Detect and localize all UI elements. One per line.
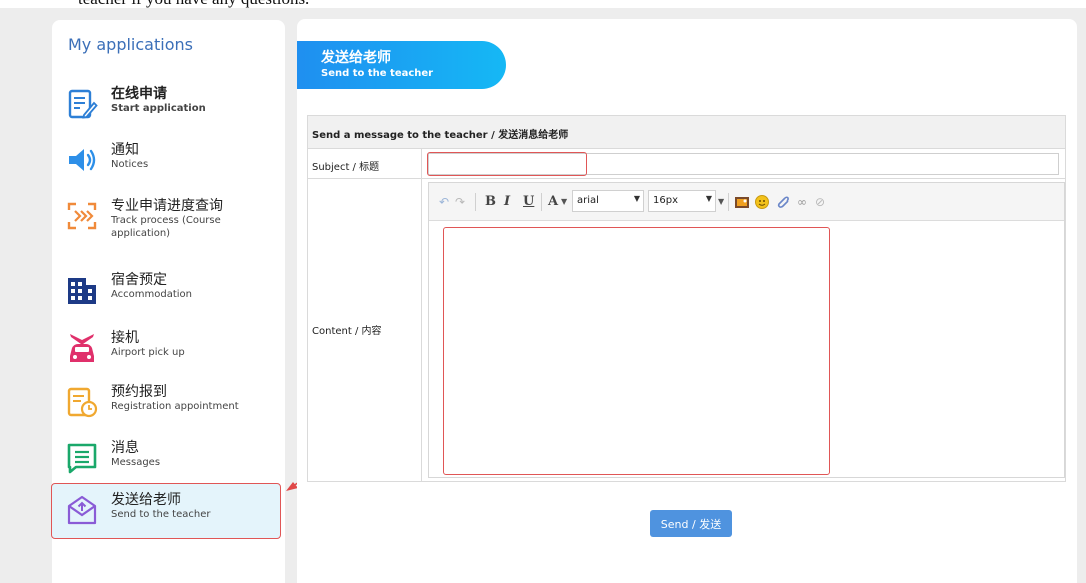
sidebar-item-label: 通知 — [111, 142, 139, 158]
sidebar-item-sublabel: Airport pick up — [111, 347, 185, 358]
rich-text-editor: ↶ ↷ B I U A ▼ arial ▼ 16px ▼ ▼ ∞ ⊘ — [428, 182, 1065, 478]
section-header-subtitle: Send to the teacher — [321, 68, 434, 79]
mail-send-icon — [66, 494, 98, 526]
form-title: Send a message to the teacher / 发送消息给老师 — [308, 116, 1065, 149]
sidebar-item-sublabel: Registration appointment — [111, 401, 239, 412]
content-label: Content / 内容 — [308, 179, 422, 481]
italic-button[interactable]: I — [504, 193, 510, 211]
font-size-select[interactable]: 16px ▼ — [648, 190, 716, 212]
emoji-icon[interactable] — [754, 193, 770, 211]
sidebar-item-sublabel: Send to the teacher — [111, 509, 211, 520]
font-size-value: 16px — [653, 195, 678, 206]
image-icon[interactable] — [734, 193, 750, 211]
sidebar-item-label: 宿舍预定 — [111, 272, 167, 288]
building-icon — [66, 274, 98, 306]
sidebar-item-start-application[interactable]: 在线申请 Start application — [52, 78, 285, 134]
sidebar: My applications 在线申请 Start application 通… — [51, 20, 285, 583]
sidebar-item-sublabel: Messages — [111, 457, 161, 468]
sidebar-item-label: 接机 — [111, 330, 139, 346]
main-panel: 发送给老师 Send to the teacher Send a message… — [297, 19, 1077, 583]
sidebar-item-track-process[interactable]: 专业申请进度查询 Track process (Course applicati… — [52, 190, 285, 256]
font-family-select[interactable]: arial ▼ — [572, 190, 644, 212]
sidebar-item-label: 预约报到 — [111, 384, 167, 400]
subject-label: Subject / 标题 — [308, 149, 422, 178]
track-progress-icon — [66, 200, 98, 232]
content-row: Content / 内容 ↶ ↷ B I U A ▼ arial ▼ 16px … — [308, 179, 1065, 481]
appointment-clock-icon — [66, 386, 98, 418]
sidebar-item-send-to-teacher[interactable]: 发送给老师 Send to the teacher — [51, 483, 281, 539]
chevron-down-icon: ▼ — [705, 194, 712, 203]
sidebar-item-sublabel: Notices — [111, 159, 149, 170]
top-text-strip: teacher if you have any questions. — [0, 0, 1086, 8]
font-color-button[interactable]: A — [548, 193, 558, 211]
section-header-title: 发送给老师 — [321, 50, 391, 66]
content-textarea[interactable] — [429, 221, 1064, 477]
message-icon — [66, 442, 98, 474]
sidebar-item-sublabel: Accommodation — [111, 289, 193, 300]
font-family-value: arial — [577, 195, 599, 206]
subject-input[interactable] — [428, 153, 1059, 175]
section-header-tab: 发送给老师 Send to the teacher — [297, 41, 506, 89]
attachment-icon[interactable] — [774, 193, 790, 211]
airport-car-icon — [66, 332, 98, 364]
redo-icon[interactable]: ↷ — [455, 193, 465, 211]
sidebar-title: My applications — [68, 35, 193, 54]
message-form: Send a message to the teacher / 发送消息给老师 … — [307, 115, 1066, 482]
sidebar-item-notices[interactable]: 通知 Notices — [52, 134, 285, 190]
sidebar-item-label: 在线申请 — [111, 86, 167, 102]
bold-button[interactable]: B — [485, 193, 496, 211]
sidebar-item-label: 消息 — [111, 440, 139, 456]
toolbar-divider — [728, 193, 729, 211]
top-text: teacher if you have any questions. — [78, 0, 309, 8]
sidebar-item-label: 专业申请进度查询 — [111, 198, 223, 214]
dropdown-caret-icon[interactable]: ▼ — [718, 193, 724, 211]
sidebar-item-sublabel: Start application — [111, 103, 206, 114]
underline-button[interactable]: U — [523, 193, 534, 211]
toolbar-divider — [475, 193, 476, 211]
unlink-icon[interactable]: ⊘ — [815, 193, 825, 211]
font-color-dropdown-icon[interactable]: ▼ — [561, 193, 567, 211]
sidebar-item-sublabel: Track process (Course application) — [111, 215, 221, 239]
editor-toolbar: ↶ ↷ B I U A ▼ arial ▼ 16px ▼ ▼ ∞ ⊘ — [429, 183, 1064, 221]
chevron-down-icon: ▼ — [633, 194, 640, 203]
edit-document-icon — [66, 88, 98, 120]
link-icon[interactable]: ∞ — [797, 193, 807, 211]
sidebar-item-label: 发送给老师 — [111, 492, 181, 508]
sidebar-item-registration-appointment[interactable]: 预约报到 Registration appointment — [52, 376, 285, 432]
toolbar-divider — [541, 193, 542, 211]
sidebar-item-accommodation[interactable]: 宿舍预定 Accommodation — [52, 264, 285, 320]
undo-icon[interactable]: ↶ — [439, 193, 449, 211]
send-button[interactable]: Send / 发送 — [650, 510, 732, 537]
sidebar-item-airport-pick-up[interactable]: 接机 Airport pick up — [52, 322, 285, 378]
sidebar-item-messages[interactable]: 消息 Messages — [52, 432, 285, 488]
speaker-icon — [66, 144, 98, 176]
subject-row: Subject / 标题 — [308, 149, 1065, 179]
